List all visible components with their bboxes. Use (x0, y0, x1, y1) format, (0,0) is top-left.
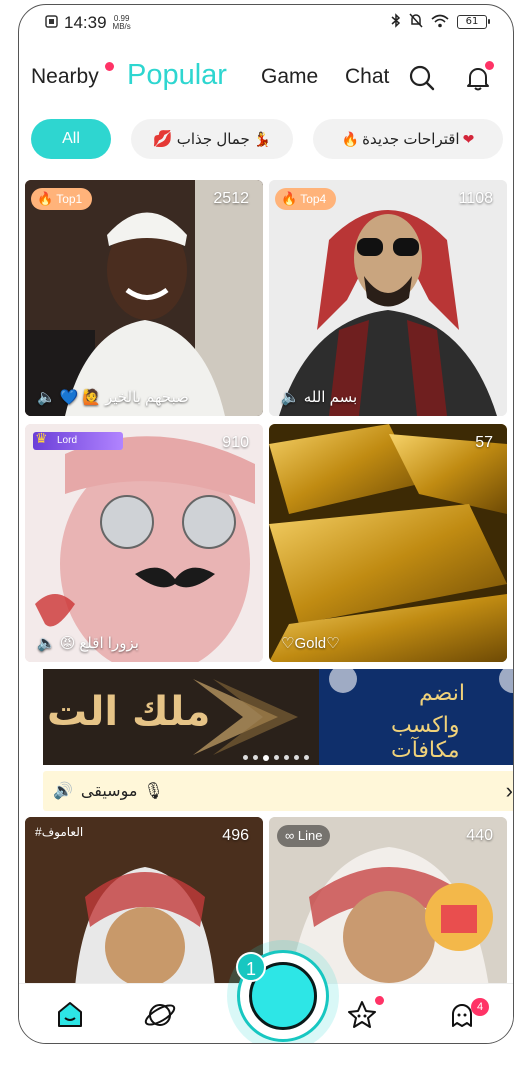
viewer-count: 57 (475, 434, 493, 451)
rank-badge-label: Top1 (56, 192, 83, 206)
person-icon: 🙋 (82, 389, 102, 406)
crown-icon: ♛ (35, 430, 48, 446)
nearby-notification-dot (105, 62, 114, 71)
room-title: بزورا اقلع (79, 635, 139, 652)
room-caption: 🔈 😡 بزورا اقلع (37, 634, 251, 652)
banner-left-text: ملك الت (47, 689, 211, 735)
room-title: صبحهم بالخير (105, 389, 189, 406)
chip-all-label: All (62, 130, 80, 147)
fire-icon: 🔥 (281, 191, 298, 206)
live-room-card[interactable]: #العاموف 496 (25, 817, 263, 987)
music-category-bar[interactable]: 🔊 موسيقى 🎙 › (43, 771, 513, 811)
chip-beauty[interactable]: 💋 جمال جذاب 💃 (131, 119, 293, 159)
line-badge-label: Line (297, 828, 323, 843)
viewer-count: 2512 (213, 190, 249, 207)
banner-right-line1: انضم (419, 681, 465, 706)
pager-dot (284, 755, 289, 760)
screen-icon (45, 13, 58, 33)
room-title: بسم الله (303, 389, 358, 406)
lips-icon: 💋 (152, 131, 173, 148)
pager-dot-active (263, 755, 269, 761)
tab-chat[interactable]: Chat (345, 65, 389, 89)
gift-icon[interactable] (421, 883, 489, 951)
speaker-icon: 🔊 (53, 783, 73, 800)
pager-dot (243, 755, 248, 760)
tab-game[interactable]: Game (261, 65, 318, 89)
chip-suggestions-label: اقتراحات جديدة (362, 131, 460, 148)
status-bar: 14:39 0.99 MB/s 61 (19, 5, 513, 39)
search-icon[interactable] (407, 63, 437, 93)
live-room-card[interactable]: 🔥 Top4 1108 🔈 بسم الله (269, 180, 507, 416)
streamer-thumbnail (25, 180, 263, 416)
net-speed: 0.99 MB/s (113, 15, 131, 31)
planet-icon[interactable] (143, 998, 177, 1032)
tab-popular[interactable]: Popular (127, 59, 227, 92)
streamer-thumbnail (269, 424, 507, 662)
rank-badge: 🔥 Top1 (31, 188, 93, 210)
room-caption: ♡Gold♡ (281, 634, 495, 652)
live-count-badge: 1 (236, 952, 266, 982)
angry-face-icon: 😡 (59, 635, 76, 652)
viewer-count: 496 (222, 827, 249, 844)
tab-nearby[interactable]: Nearby (31, 65, 99, 89)
microphone-icon: 🎙 (143, 783, 164, 800)
heart-icon: ❤ (462, 130, 475, 147)
music-label: موسيقى (80, 783, 138, 800)
phone-frame: 14:39 0.99 MB/s 61 Nearby Popular Game C… (18, 4, 514, 1044)
speaker-icon: 🔈 (37, 635, 56, 652)
net-speed-unit: MB/s (112, 22, 131, 31)
hashtag-badge: #العاموف (35, 825, 84, 839)
fire-icon: 🔥 (341, 130, 360, 147)
room-title: ♡Gold♡ (281, 635, 340, 652)
bluetooth-icon (391, 13, 401, 31)
dancer-icon: 💃 (253, 130, 272, 147)
viewer-count: 1108 (458, 190, 493, 207)
pager-dot (294, 755, 299, 760)
category-chips: All 💋 جمال جذاب 💃 🔥 اقتراحات جديدة ❤ (19, 119, 513, 161)
banner-right-line2: واكسب مكافآت (391, 713, 460, 763)
banner-pager (243, 755, 309, 761)
chip-suggestions[interactable]: 🔥 اقتراحات جديدة ❤ (313, 119, 503, 159)
link-icon: ∞ (285, 828, 295, 843)
rank-badge-label: Top4 (300, 192, 327, 206)
streamer-thumbnail (25, 424, 263, 662)
promo-banner[interactable]: ملك الت انضم واكسب مكافآت (43, 669, 513, 765)
viewer-count: 440 (466, 827, 493, 844)
fire-icon: 🔥 (37, 191, 54, 206)
home-icon[interactable] (53, 998, 87, 1032)
room-caption: 🔈 بسم الله (281, 388, 495, 406)
live-room-card[interactable]: 57 ♡Gold♡ (269, 424, 507, 662)
pager-dot (304, 755, 309, 760)
pager-dot (253, 755, 258, 760)
chevron-right-icon[interactable]: › (506, 778, 513, 804)
star-notification-dot (375, 996, 384, 1005)
speaker-icon: 🔈 (37, 389, 56, 406)
rank-badge: 🔥 Top4 (275, 188, 337, 210)
room-caption: 🔈 💙 🙋 صبحهم بالخير (37, 388, 251, 406)
status-time: 14:39 (64, 13, 107, 32)
pager-dot (274, 755, 279, 760)
mute-icon (409, 13, 423, 31)
chip-beauty-label: جمال جذاب (176, 131, 250, 148)
bell-notification-dot (485, 61, 494, 70)
battery-indicator: 61 (457, 15, 490, 29)
wifi-icon (431, 14, 449, 31)
top-nav: Nearby Popular Game Chat (19, 53, 513, 103)
line-badge: ∞ Line (277, 825, 331, 847)
streamer-thumbnail (269, 180, 507, 416)
viewer-count: 910 (222, 434, 249, 451)
speaker-icon: 🔈 (281, 389, 300, 406)
live-room-card[interactable]: Lord ♛ 910 🔈 😡 بزورا اقلع (25, 424, 263, 662)
star-icon[interactable] (345, 998, 379, 1032)
messages-badge: 4 (471, 998, 489, 1016)
chip-all[interactable]: All (31, 119, 111, 159)
live-room-card[interactable]: 🔥 Top1 2512 🔈 💙 🙋 صبحهم بالخير (25, 180, 263, 416)
heart-icon: 💙 (59, 389, 79, 406)
